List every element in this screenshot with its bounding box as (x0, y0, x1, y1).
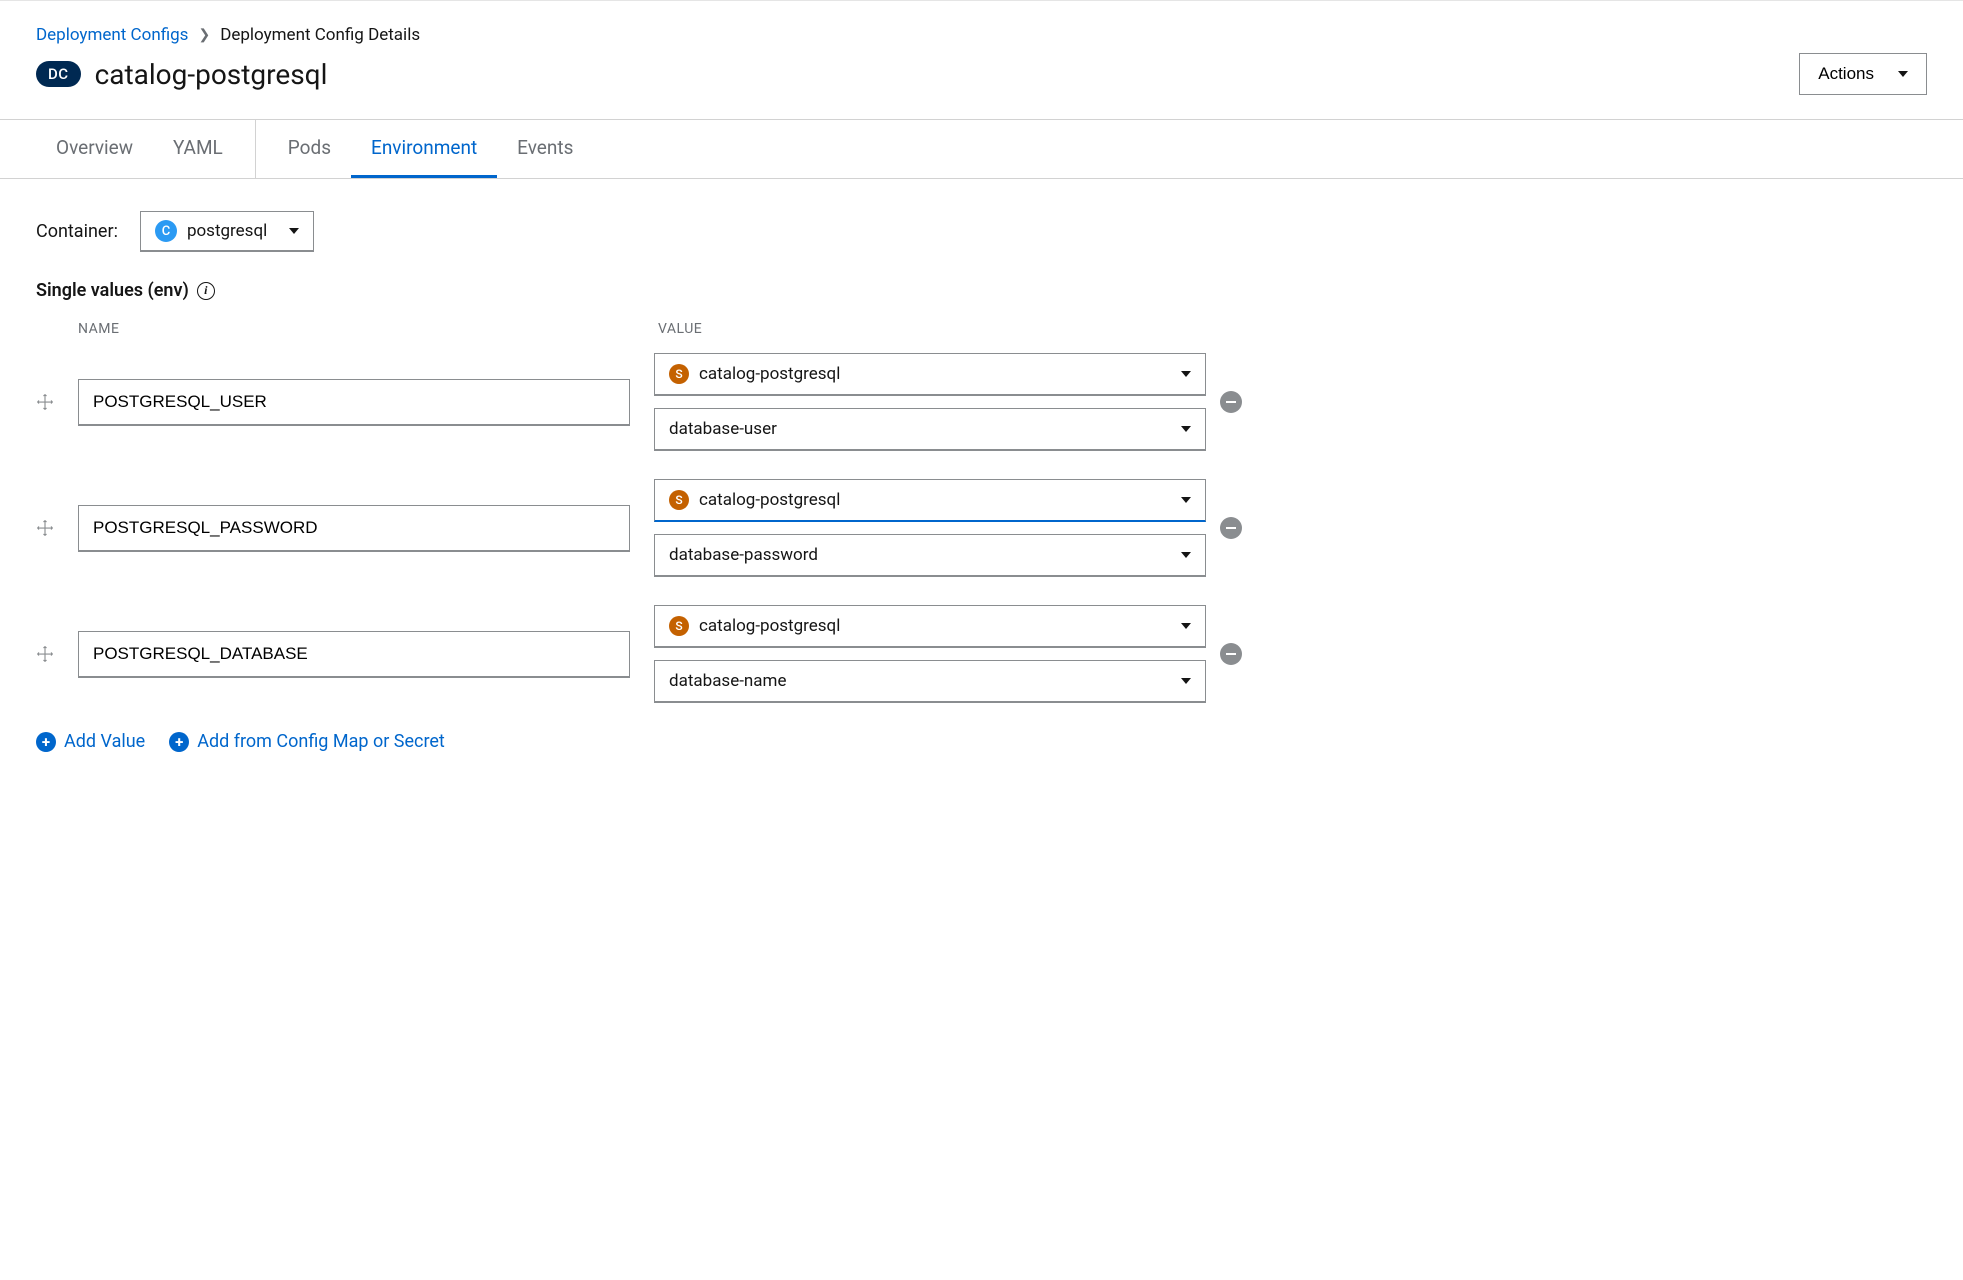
caret-down-icon (1181, 426, 1191, 432)
plus-circle-icon: + (36, 732, 56, 752)
secret-badge-icon: S (669, 616, 689, 636)
add-value-label: Add Value (64, 731, 145, 752)
tab-pods[interactable]: Pods (268, 120, 351, 178)
tab-divider (255, 120, 256, 178)
caret-down-icon (289, 228, 299, 234)
chevron-right-icon: ❯ (198, 27, 210, 43)
secret-key-value: database-password (669, 545, 818, 565)
tabs: Overview YAML Pods Environment Events (0, 119, 1963, 179)
breadcrumb-current: Deployment Config Details (220, 25, 420, 45)
remove-row-button[interactable] (1206, 643, 1256, 665)
caret-down-icon (1181, 678, 1191, 684)
env-row: S catalog-postgresql database-name (36, 605, 1256, 703)
drag-handle-icon[interactable] (36, 519, 78, 537)
tab-overview[interactable]: Overview (36, 120, 153, 178)
actions-button[interactable]: Actions (1799, 53, 1927, 95)
secret-select-value: catalog-postgresql (699, 364, 840, 384)
secret-select[interactable]: S catalog-postgresql (654, 605, 1206, 648)
tab-yaml[interactable]: YAML (153, 120, 243, 178)
caret-down-icon (1181, 623, 1191, 629)
caret-down-icon (1898, 71, 1908, 77)
env-row: S catalog-postgresql database-user (36, 353, 1256, 451)
section-title: Single values (env) i (36, 280, 1927, 301)
secret-key-select[interactable]: database-password (654, 534, 1206, 577)
container-select-value: postgresql (187, 221, 267, 241)
env-name-input[interactable] (78, 505, 630, 552)
tab-environment[interactable]: Environment (351, 120, 497, 178)
secret-key-value: database-name (669, 671, 786, 691)
plus-circle-icon: + (169, 732, 189, 752)
container-select[interactable]: C postgresql (140, 211, 314, 252)
secret-key-value: database-user (669, 419, 777, 439)
secret-select-value: catalog-postgresql (699, 616, 840, 636)
caret-down-icon (1181, 552, 1191, 558)
column-header-value: VALUE (654, 321, 1206, 337)
secret-select-value: catalog-postgresql (699, 490, 840, 510)
tab-events[interactable]: Events (497, 120, 593, 178)
env-name-input[interactable] (78, 631, 630, 678)
secret-badge-icon: S (669, 490, 689, 510)
add-value-button[interactable]: + Add Value (36, 731, 145, 752)
page-title: catalog-postgresql (95, 58, 328, 91)
drag-handle-icon[interactable] (36, 645, 78, 663)
secret-key-select[interactable]: database-name (654, 660, 1206, 703)
minus-circle-icon (1220, 643, 1242, 665)
remove-row-button[interactable] (1206, 391, 1256, 413)
container-label: Container: (36, 221, 118, 242)
container-badge-icon: C (155, 220, 177, 242)
secret-select[interactable]: S catalog-postgresql (654, 479, 1206, 522)
caret-down-icon (1181, 371, 1191, 377)
actions-label: Actions (1818, 64, 1874, 84)
breadcrumb-link-configs[interactable]: Deployment Configs (36, 25, 188, 45)
info-icon[interactable]: i (197, 282, 215, 300)
column-header-name: NAME (78, 321, 630, 337)
env-row: S catalog-postgresql database-password (36, 479, 1256, 577)
add-from-configmap-button[interactable]: + Add from Config Map or Secret (169, 731, 445, 752)
resource-badge: DC (36, 61, 81, 87)
minus-circle-icon (1220, 391, 1242, 413)
caret-down-icon (1181, 497, 1191, 503)
remove-row-button[interactable] (1206, 517, 1256, 539)
secret-badge-icon: S (669, 364, 689, 384)
breadcrumb: Deployment Configs ❯ Deployment Config D… (36, 25, 1927, 45)
secret-select[interactable]: S catalog-postgresql (654, 353, 1206, 396)
drag-handle-icon[interactable] (36, 393, 78, 411)
minus-circle-icon (1220, 517, 1242, 539)
add-from-configmap-label: Add from Config Map or Secret (197, 731, 445, 752)
env-name-input[interactable] (78, 379, 630, 426)
secret-key-select[interactable]: database-user (654, 408, 1206, 451)
